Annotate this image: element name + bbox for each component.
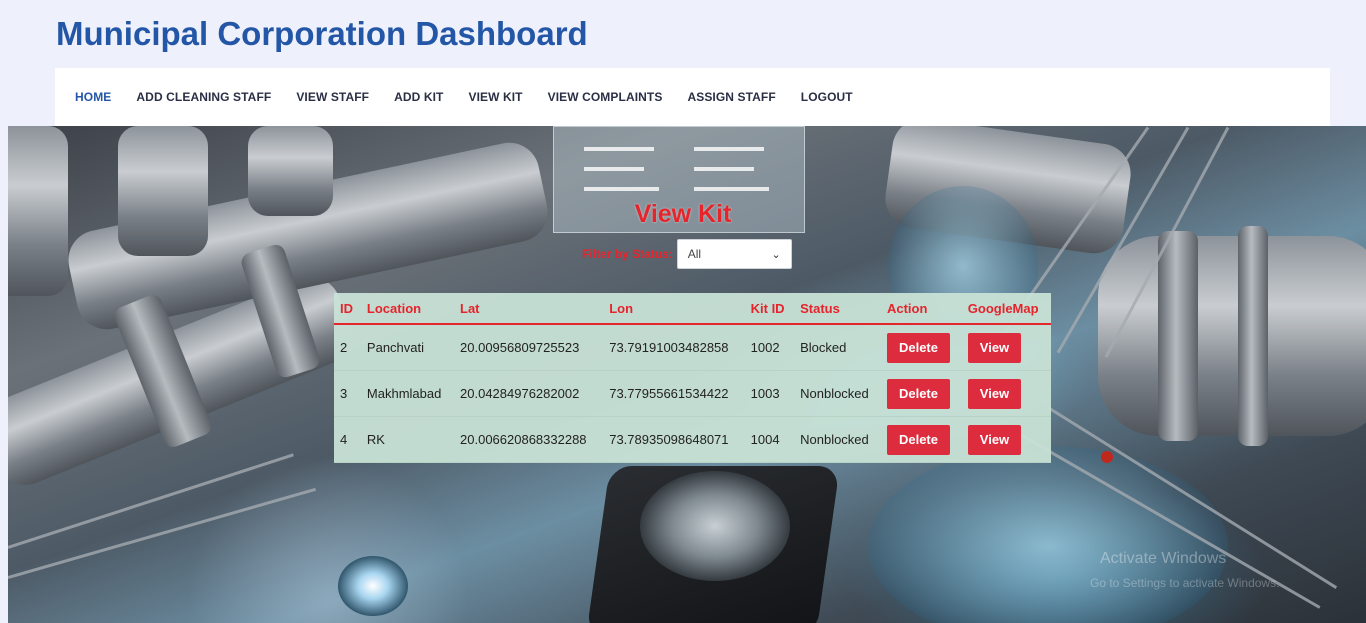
- cell-id: 4: [334, 416, 361, 463]
- column-header-lat: Lat: [454, 293, 604, 325]
- pipe-decoration: [118, 126, 208, 256]
- view-map-button[interactable]: View: [967, 378, 1022, 409]
- cell-status: Nonblocked: [794, 416, 881, 463]
- cell-kit-id: 1004: [744, 416, 795, 463]
- view-map-button[interactable]: View: [967, 332, 1022, 363]
- column-header-location: Location: [360, 293, 455, 325]
- column-header-action: Action: [880, 293, 962, 325]
- nav-view-staff[interactable]: VIEW STAFF: [296, 90, 369, 104]
- cell-lon: 73.78935098648071: [603, 416, 745, 463]
- cell-googlemap: View: [961, 324, 1051, 371]
- cell-googlemap: View: [961, 370, 1051, 417]
- activate-windows-watermark: Activate Windows: [1100, 550, 1227, 567]
- pipe-ring-decoration: [1158, 231, 1198, 441]
- table-row: 2 Panchvati 20.00956809725523 73.7919100…: [334, 324, 1051, 371]
- cell-location: Makhmlabad: [360, 370, 455, 417]
- cell-kit-id: 1003: [744, 370, 795, 417]
- cell-lon: 73.79191003482858: [603, 324, 745, 371]
- column-header-status: Status: [794, 293, 881, 325]
- nav-add-cleaning-staff[interactable]: ADD CLEANING STAFF: [136, 90, 271, 104]
- nav-view-complaints[interactable]: VIEW COMPLAINTS: [548, 90, 663, 104]
- chevron-down-icon: ⌄: [771, 248, 781, 261]
- sensor-lens-decoration: [640, 471, 790, 581]
- cell-action: Delete: [880, 324, 962, 371]
- nav-add-kit[interactable]: ADD KIT: [394, 90, 443, 104]
- cell-googlemap: View: [961, 416, 1051, 463]
- nav-logout[interactable]: LOGOUT: [801, 90, 853, 104]
- cell-status: Blocked: [794, 324, 881, 371]
- lamp-decoration: [338, 556, 408, 616]
- nav-home[interactable]: HOME: [75, 90, 111, 104]
- table-row: 3 Makhmlabad 20.04284976282002 73.779556…: [334, 370, 1051, 417]
- main-navbar: HOME ADD CLEANING STAFF VIEW STAFF ADD K…: [55, 68, 1330, 126]
- nav-assign-staff[interactable]: ASSIGN STAFF: [687, 90, 775, 104]
- cell-kit-id: 1002: [744, 324, 795, 371]
- page-title: Municipal Corporation Dashboard: [56, 15, 588, 52]
- table-row: 4 RK 20.006620868332288 73.7893509864807…: [334, 416, 1051, 463]
- delete-button[interactable]: Delete: [886, 424, 950, 455]
- view-kit-heading: View Kit: [634, 200, 732, 228]
- pipe-decoration: [1098, 236, 1366, 436]
- cell-lat: 20.00956809725523: [454, 324, 604, 371]
- cell-lat: 20.04284976282002: [454, 370, 604, 417]
- red-light-decoration: [1101, 451, 1113, 463]
- cell-location: Panchvati: [360, 324, 455, 371]
- kit-table: ID Location Lat Lon Kit ID Status Action…: [334, 293, 1051, 463]
- cell-status: Nonblocked: [794, 370, 881, 417]
- cell-id: 2: [334, 324, 361, 371]
- table-header-row: ID Location Lat Lon Kit ID Status Action…: [334, 293, 1051, 325]
- water-stream: [868, 446, 1228, 623]
- cell-location: RK: [360, 416, 455, 463]
- status-filter: Filter by Status: All ⌄: [582, 239, 792, 269]
- activate-windows-subtext: Go to Settings to activate Windows.: [1090, 576, 1280, 590]
- column-header-googlemap: GoogleMap: [961, 293, 1051, 325]
- cell-id: 3: [334, 370, 361, 417]
- pipe-ring-decoration: [1238, 226, 1268, 446]
- cell-action: Delete: [880, 416, 962, 463]
- filter-selected-value: All: [687, 247, 702, 261]
- delete-button[interactable]: Delete: [886, 332, 950, 363]
- status-filter-select[interactable]: All ⌄: [676, 239, 792, 269]
- filter-label: Filter by Status:: [582, 247, 673, 261]
- view-map-button[interactable]: View: [967, 424, 1022, 455]
- cell-action: Delete: [880, 370, 962, 417]
- delete-button[interactable]: Delete: [886, 378, 950, 409]
- nav-view-kit[interactable]: VIEW KIT: [468, 90, 522, 104]
- cell-lon: 73.77955661534422: [603, 370, 745, 417]
- cell-lat: 20.006620868332288: [454, 416, 604, 463]
- column-header-lon: Lon: [603, 293, 745, 325]
- column-header-id: ID: [334, 293, 361, 325]
- column-header-kit-id: Kit ID: [744, 293, 795, 325]
